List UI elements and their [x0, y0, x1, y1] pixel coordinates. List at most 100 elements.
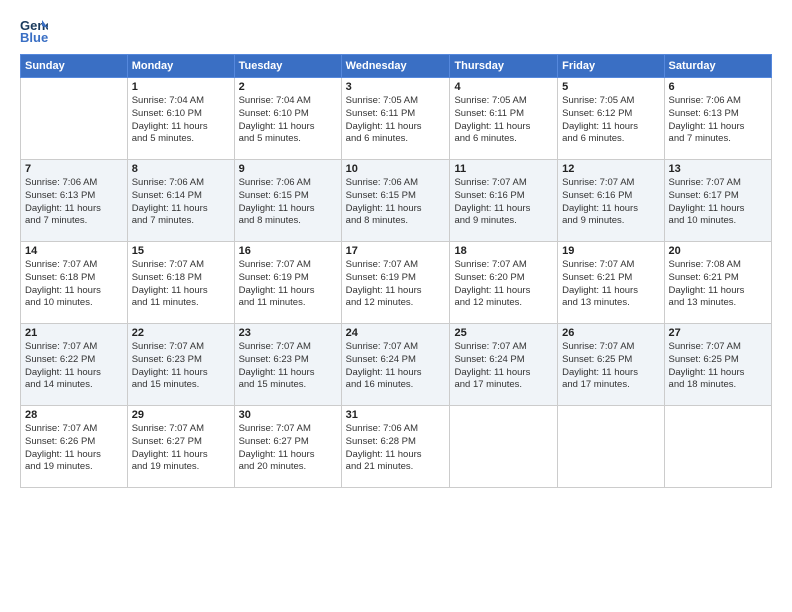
- day-number: 30: [239, 409, 337, 421]
- calendar-week-row: 1 Sunrise: 7:04 AM Sunset: 6:10 PM Daylig…: [21, 78, 772, 160]
- day-info: Sunrise: 7:07 AM Sunset: 6:22 PM Dayligh…: [25, 341, 123, 392]
- weekday-header: Saturday: [664, 55, 771, 78]
- calendar-cell: 16 Sunrise: 7:07 AM Sunset: 6:19 PM Dayli…: [234, 242, 341, 324]
- day-info: Sunrise: 7:08 AM Sunset: 6:21 PM Dayligh…: [669, 259, 767, 310]
- day-info: Sunrise: 7:07 AM Sunset: 6:18 PM Dayligh…: [132, 259, 230, 310]
- day-number: 15: [132, 245, 230, 257]
- day-info: Sunrise: 7:07 AM Sunset: 6:27 PM Dayligh…: [239, 423, 337, 474]
- day-info: Sunrise: 7:07 AM Sunset: 6:25 PM Dayligh…: [669, 341, 767, 392]
- day-info: Sunrise: 7:06 AM Sunset: 6:15 PM Dayligh…: [346, 177, 446, 228]
- day-number: 10: [346, 163, 446, 175]
- day-number: 13: [669, 163, 767, 175]
- day-number: 17: [346, 245, 446, 257]
- calendar-table: SundayMondayTuesdayWednesdayThursdayFrid…: [20, 54, 772, 488]
- calendar-header-row: SundayMondayTuesdayWednesdayThursdayFrid…: [21, 55, 772, 78]
- calendar-cell: 23 Sunrise: 7:07 AM Sunset: 6:23 PM Dayli…: [234, 324, 341, 406]
- day-info: Sunrise: 7:07 AM Sunset: 6:16 PM Dayligh…: [454, 177, 553, 228]
- day-info: Sunrise: 7:07 AM Sunset: 6:16 PM Dayligh…: [562, 177, 659, 228]
- calendar-cell: [558, 406, 664, 488]
- day-number: 14: [25, 245, 123, 257]
- calendar-cell: 10 Sunrise: 7:06 AM Sunset: 6:15 PM Dayli…: [341, 160, 450, 242]
- calendar-week-row: 14 Sunrise: 7:07 AM Sunset: 6:18 PM Dayli…: [21, 242, 772, 324]
- day-info: Sunrise: 7:06 AM Sunset: 6:15 PM Dayligh…: [239, 177, 337, 228]
- day-number: 11: [454, 163, 553, 175]
- calendar-cell: 12 Sunrise: 7:07 AM Sunset: 6:16 PM Dayli…: [558, 160, 664, 242]
- day-number: 9: [239, 163, 337, 175]
- day-number: 16: [239, 245, 337, 257]
- logo: General Blue: [20, 16, 52, 44]
- day-number: 29: [132, 409, 230, 421]
- page-header: General Blue: [20, 16, 772, 44]
- day-info: Sunrise: 7:07 AM Sunset: 6:19 PM Dayligh…: [346, 259, 446, 310]
- day-info: Sunrise: 7:04 AM Sunset: 6:10 PM Dayligh…: [239, 95, 337, 146]
- day-info: Sunrise: 7:06 AM Sunset: 6:13 PM Dayligh…: [25, 177, 123, 228]
- day-info: Sunrise: 7:06 AM Sunset: 6:14 PM Dayligh…: [132, 177, 230, 228]
- day-number: 2: [239, 81, 337, 93]
- calendar-cell: 13 Sunrise: 7:07 AM Sunset: 6:17 PM Dayli…: [664, 160, 771, 242]
- day-number: 31: [346, 409, 446, 421]
- calendar-cell: 20 Sunrise: 7:08 AM Sunset: 6:21 PM Dayli…: [664, 242, 771, 324]
- calendar-cell: 14 Sunrise: 7:07 AM Sunset: 6:18 PM Dayli…: [21, 242, 128, 324]
- calendar-cell: 17 Sunrise: 7:07 AM Sunset: 6:19 PM Dayli…: [341, 242, 450, 324]
- day-number: 28: [25, 409, 123, 421]
- day-info: Sunrise: 7:07 AM Sunset: 6:23 PM Dayligh…: [239, 341, 337, 392]
- calendar-cell: 25Sunrise: 7:07 AM Sunset: 6:24 PM Dayli…: [450, 324, 558, 406]
- calendar-cell: 28 Sunrise: 7:07 AM Sunset: 6:26 PM Dayli…: [21, 406, 128, 488]
- calendar-cell: 27Sunrise: 7:07 AM Sunset: 6:25 PM Dayli…: [664, 324, 771, 406]
- svg-text:Blue: Blue: [20, 30, 48, 44]
- day-number: 26: [562, 327, 659, 339]
- day-info: Sunrise: 7:07 AM Sunset: 6:19 PM Dayligh…: [239, 259, 337, 310]
- calendar-cell: 9 Sunrise: 7:06 AM Sunset: 6:15 PM Daylig…: [234, 160, 341, 242]
- day-info: Sunrise: 7:06 AM Sunset: 6:28 PM Dayligh…: [346, 423, 446, 474]
- weekday-header: Friday: [558, 55, 664, 78]
- day-number: 18: [454, 245, 553, 257]
- day-number: 6: [669, 81, 767, 93]
- calendar-cell: 22 Sunrise: 7:07 AM Sunset: 6:23 PM Dayli…: [127, 324, 234, 406]
- calendar-cell: 30 Sunrise: 7:07 AM Sunset: 6:27 PM Dayli…: [234, 406, 341, 488]
- day-info: Sunrise: 7:05 AM Sunset: 6:11 PM Dayligh…: [454, 95, 553, 146]
- calendar-cell: 3Sunrise: 7:05 AM Sunset: 6:11 PM Daylig…: [341, 78, 450, 160]
- calendar-cell: [21, 78, 128, 160]
- day-info: Sunrise: 7:07 AM Sunset: 6:24 PM Dayligh…: [454, 341, 553, 392]
- day-number: 20: [669, 245, 767, 257]
- day-number: 12: [562, 163, 659, 175]
- day-info: Sunrise: 7:07 AM Sunset: 6:20 PM Dayligh…: [454, 259, 553, 310]
- calendar-cell: 1 Sunrise: 7:04 AM Sunset: 6:10 PM Daylig…: [127, 78, 234, 160]
- day-info: Sunrise: 7:07 AM Sunset: 6:27 PM Dayligh…: [132, 423, 230, 474]
- calendar-cell: 4Sunrise: 7:05 AM Sunset: 6:11 PM Daylig…: [450, 78, 558, 160]
- day-number: 19: [562, 245, 659, 257]
- calendar-cell: 8Sunrise: 7:06 AM Sunset: 6:14 PM Daylig…: [127, 160, 234, 242]
- calendar-cell: 15 Sunrise: 7:07 AM Sunset: 6:18 PM Dayli…: [127, 242, 234, 324]
- weekday-header: Wednesday: [341, 55, 450, 78]
- calendar-cell: 2 Sunrise: 7:04 AM Sunset: 6:10 PM Daylig…: [234, 78, 341, 160]
- day-number: 1: [132, 81, 230, 93]
- calendar-week-row: 28 Sunrise: 7:07 AM Sunset: 6:26 PM Dayli…: [21, 406, 772, 488]
- calendar-week-row: 7 Sunrise: 7:06 AM Sunset: 6:13 PM Daylig…: [21, 160, 772, 242]
- calendar-cell: [664, 406, 771, 488]
- weekday-header: Monday: [127, 55, 234, 78]
- calendar-cell: 19 Sunrise: 7:07 AM Sunset: 6:21 PM Dayli…: [558, 242, 664, 324]
- day-number: 22: [132, 327, 230, 339]
- day-info: Sunrise: 7:07 AM Sunset: 6:23 PM Dayligh…: [132, 341, 230, 392]
- calendar-cell: 11 Sunrise: 7:07 AM Sunset: 6:16 PM Dayli…: [450, 160, 558, 242]
- calendar-cell: 29 Sunrise: 7:07 AM Sunset: 6:27 PM Dayli…: [127, 406, 234, 488]
- calendar-cell: 7 Sunrise: 7:06 AM Sunset: 6:13 PM Daylig…: [21, 160, 128, 242]
- calendar-cell: [450, 406, 558, 488]
- calendar-cell: 6Sunrise: 7:06 AM Sunset: 6:13 PM Daylig…: [664, 78, 771, 160]
- day-info: Sunrise: 7:07 AM Sunset: 6:18 PM Dayligh…: [25, 259, 123, 310]
- calendar-cell: 26 Sunrise: 7:07 AM Sunset: 6:25 PM Dayli…: [558, 324, 664, 406]
- calendar-cell: 24Sunrise: 7:07 AM Sunset: 6:24 PM Dayli…: [341, 324, 450, 406]
- day-info: Sunrise: 7:07 AM Sunset: 6:25 PM Dayligh…: [562, 341, 659, 392]
- weekday-header: Sunday: [21, 55, 128, 78]
- day-number: 23: [239, 327, 337, 339]
- day-info: Sunrise: 7:07 AM Sunset: 6:24 PM Dayligh…: [346, 341, 446, 392]
- weekday-header: Thursday: [450, 55, 558, 78]
- day-info: Sunrise: 7:07 AM Sunset: 6:26 PM Dayligh…: [25, 423, 123, 474]
- day-info: Sunrise: 7:07 AM Sunset: 6:21 PM Dayligh…: [562, 259, 659, 310]
- day-number: 3: [346, 81, 446, 93]
- day-info: Sunrise: 7:07 AM Sunset: 6:17 PM Dayligh…: [669, 177, 767, 228]
- day-number: 7: [25, 163, 123, 175]
- day-info: Sunrise: 7:04 AM Sunset: 6:10 PM Dayligh…: [132, 95, 230, 146]
- calendar-cell: 18 Sunrise: 7:07 AM Sunset: 6:20 PM Dayli…: [450, 242, 558, 324]
- logo-icon: General Blue: [20, 16, 48, 44]
